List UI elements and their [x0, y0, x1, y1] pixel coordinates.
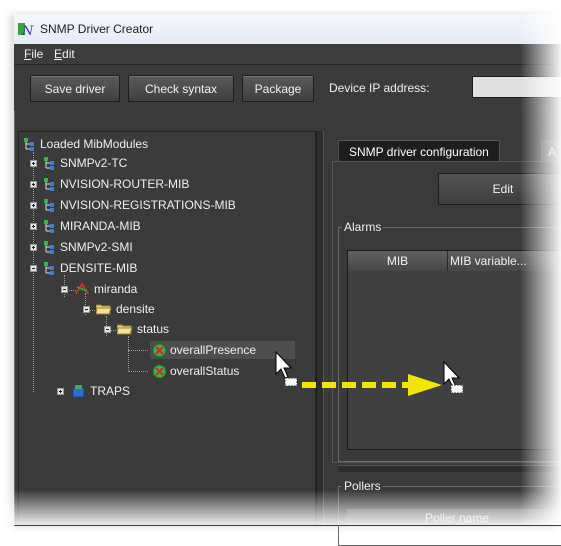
collapse-icon[interactable] — [83, 306, 90, 313]
column-header-poller-name[interactable]: Poller name — [347, 509, 561, 525]
check-syntax-button[interactable]: Check syntax — [128, 75, 234, 102]
horizontal-splitter[interactable] — [338, 465, 561, 472]
tree-root-label: Loaded MibModules — [40, 137, 149, 151]
variable-node-icon — [152, 343, 167, 358]
column-header-mib-variable[interactable]: MIB variable... — [448, 251, 561, 271]
save-driver-button[interactable]: Save driver — [30, 75, 120, 102]
drop-cursor-icon — [443, 360, 464, 394]
svg-text:N: N — [21, 24, 34, 37]
expand-icon[interactable] — [30, 244, 37, 251]
alarms-label: Alarms — [342, 220, 384, 234]
tree-item-label: NVISION-REGISTRATIONS-MIB — [60, 198, 236, 212]
vertical-splitter[interactable] — [316, 131, 324, 525]
mib-module-icon — [44, 157, 54, 170]
column-header-mib[interactable]: MIB — [348, 251, 448, 271]
device-ip-label: Device IP address: — [329, 81, 430, 95]
menu-file[interactable]: File — [24, 47, 43, 61]
pollers-label: Pollers — [342, 479, 383, 493]
tree-item-label: miranda — [94, 282, 138, 296]
expand-icon[interactable] — [30, 223, 37, 230]
window-title: SNMP Driver Creator — [40, 22, 154, 36]
mib-module-icon — [44, 220, 54, 233]
drag-arrow — [302, 374, 442, 396]
collapse-icon[interactable] — [61, 286, 68, 293]
edit-button[interactable]: Edit — [438, 173, 561, 205]
menu-edit[interactable]: Edit — [54, 47, 75, 61]
expand-icon[interactable] — [30, 181, 37, 188]
tree-item-label: overallPresence — [170, 343, 257, 357]
collapse-icon[interactable] — [104, 326, 111, 333]
collapse-icon[interactable] — [30, 265, 37, 272]
traps-icon — [72, 385, 85, 398]
expand-icon[interactable] — [57, 388, 64, 395]
title-bar: N SNMP Driver Creator — [14, 14, 561, 44]
variable-node-icon — [152, 364, 167, 379]
expand-icon[interactable] — [30, 160, 37, 167]
expand-icon[interactable] — [30, 202, 37, 209]
app-logo-icon: N — [18, 23, 34, 37]
mib-module-icon — [24, 138, 34, 151]
tree-item-label: densite — [116, 302, 155, 316]
mib-module-icon — [44, 199, 54, 212]
miranda-node-icon — [75, 282, 89, 295]
folder-open-icon — [96, 304, 112, 315]
tab-second[interactable]: A — [541, 140, 561, 162]
tree-item-label: overallStatus — [170, 364, 240, 378]
mib-module-icon — [44, 241, 54, 254]
drag-cursor-icon — [275, 350, 298, 387]
tree-item-label: SNMPv2-SMI — [60, 240, 133, 254]
menu-bar: File Edit — [14, 44, 561, 65]
mib-module-icon — [44, 262, 54, 275]
mib-module-icon — [44, 178, 54, 191]
tree-item-label: DENSITE-MIB — [60, 261, 138, 275]
alarms-table: MIB MIB variable... — [347, 250, 561, 450]
package-button[interactable]: Package — [242, 75, 314, 102]
tree-item-label: TRAPS — [90, 384, 131, 398]
tree-item-label: NVISION-ROUTER-MIB — [60, 177, 190, 191]
tree-item-label: status — [137, 322, 170, 336]
device-ip-input[interactable] — [472, 76, 561, 98]
tree-item-label: SNMPv2-TC — [60, 156, 128, 170]
folder-open-icon — [117, 324, 133, 335]
tree-item-label: MIRANDA-MIB — [60, 219, 141, 233]
tab-snmp-driver-configuration[interactable]: SNMP driver configuration — [338, 140, 500, 162]
